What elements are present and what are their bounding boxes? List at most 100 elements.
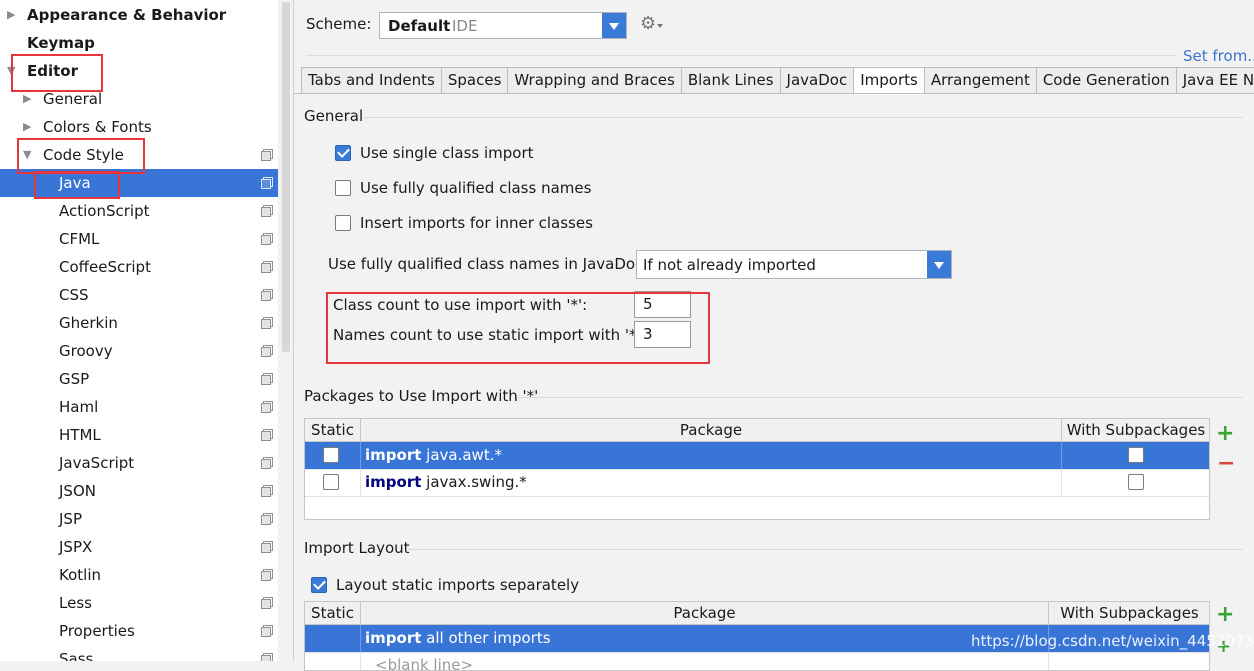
column-header-static[interactable]: Static — [305, 419, 361, 441]
column-header-package[interactable]: Package — [361, 419, 1062, 441]
section-title-general: General — [304, 107, 364, 125]
tab-code-generation[interactable]: Code Generation — [1035, 67, 1176, 94]
tree-item-label: Kotlin — [59, 566, 101, 584]
tree-item-jsp[interactable]: JSP — [0, 505, 278, 533]
copy-scheme-icon — [261, 345, 273, 357]
tree-item-kotlin[interactable]: Kotlin — [0, 561, 278, 589]
tree-item-colors-fonts[interactable]: ▶ Colors & Fonts — [0, 113, 278, 141]
tree-scroll-thumb[interactable] — [282, 2, 290, 352]
add-package-icon[interactable]: + — [1216, 604, 1234, 626]
set-from-link[interactable]: Set from... — [1183, 47, 1254, 65]
tree-item-groovy[interactable]: Groovy — [0, 337, 278, 365]
scheme-select[interactable]: Default IDE — [379, 12, 627, 39]
copy-scheme-icon — [261, 177, 273, 189]
packages-table: Static Package With Subpackages import java… — [304, 418, 1210, 520]
layout-static-checkbox-row[interactable]: Layout static imports separately — [311, 576, 579, 594]
scheme-label: Scheme: — [306, 15, 372, 33]
remove-icon[interactable]: − — [1217, 453, 1235, 475]
tree-item-actionscript[interactable]: ActionScript — [0, 197, 278, 225]
tab-imports[interactable]: Imports — [853, 67, 924, 95]
table-row[interactable]: import java.awt.* — [305, 442, 1209, 470]
scheme-sub: IDE — [452, 17, 478, 35]
checkbox-label: Insert imports for inner classes — [360, 214, 593, 232]
copy-scheme-icon — [261, 625, 273, 637]
tree-item-gherkin[interactable]: Gherkin — [0, 309, 278, 337]
general-checkbox-row[interactable]: Use fully qualified class names — [335, 179, 591, 197]
gear-caret-icon[interactable] — [657, 24, 663, 28]
package-name: java.awt.* — [426, 446, 502, 464]
import-keyword: import — [365, 446, 422, 464]
checkbox[interactable] — [335, 145, 351, 161]
tree-item-properties[interactable]: Properties — [0, 617, 278, 645]
tab-spaces[interactable]: Spaces — [440, 67, 508, 94]
tree-item-label: HTML — [59, 426, 101, 444]
chevron-down-icon[interactable] — [927, 251, 951, 278]
chevron-down-icon[interactable] — [602, 13, 626, 38]
column-header-with-subpackages[interactable]: With Subpackages — [1062, 419, 1209, 441]
table-row[interactable]: <blank line> — [305, 652, 1209, 671]
copy-scheme-icon — [261, 541, 273, 553]
checkbox[interactable] — [335, 215, 351, 231]
tree-item-javascript[interactable]: JavaScript — [0, 449, 278, 477]
tab-wrapping-and-braces[interactable]: Wrapping and Braces — [507, 67, 681, 94]
static-checkbox[interactable] — [323, 447, 339, 463]
section-title-packages: Packages to Use Import with '*' — [304, 387, 539, 405]
tree-item-label: ActionScript — [59, 202, 150, 220]
tab-blank-lines[interactable]: Blank Lines — [680, 67, 780, 94]
checkbox[interactable] — [335, 180, 351, 196]
tab-divider — [293, 93, 1254, 94]
static-cell — [305, 652, 361, 670]
javadoc-select[interactable]: If not already imported — [636, 250, 952, 279]
tab-java-ee-names[interactable]: Java EE Names — [1175, 67, 1254, 94]
table-header: Static Package With Subpackages — [305, 602, 1209, 625]
tab-javadoc[interactable]: JavaDoc — [779, 67, 854, 94]
subpackages-checkbox[interactable] — [1128, 474, 1144, 490]
table-row[interactable]: import javax.swing.* — [305, 469, 1209, 497]
annotation-box-java — [34, 171, 120, 199]
tree-item-label: JSON — [59, 482, 96, 500]
column-header-static[interactable]: Static — [305, 602, 361, 624]
tree-item-coffeescript[interactable]: CoffeeScript — [0, 253, 278, 281]
section-title-import-layout: Import Layout — [304, 539, 410, 557]
tree-item-html[interactable]: HTML — [0, 421, 278, 449]
tree-item-label: Colors & Fonts — [43, 118, 152, 136]
expand-arrow-icon[interactable]: ▶ — [7, 1, 15, 29]
column-header-with-subpackages[interactable]: With Subpackages — [1049, 602, 1209, 624]
divider — [363, 117, 1243, 118]
tree-item-label: Groovy — [59, 342, 113, 360]
settings-tree: ▶ Appearance & Behavior Keymap ▼ Editor ▶ Gene… — [0, 0, 278, 661]
tree-item-label: JSPX — [59, 538, 93, 556]
expand-arrow-icon[interactable]: ▶ — [23, 113, 31, 141]
general-checkbox-row[interactable]: Insert imports for inner classes — [335, 214, 593, 232]
checkbox-label: Use single class import — [360, 144, 534, 162]
tree-item-label: Properties — [59, 622, 135, 640]
annotation-box-editor — [11, 54, 103, 92]
subpackages-cell — [1062, 469, 1209, 496]
tree-item-appearance-behavior[interactable]: ▶ Appearance & Behavior — [0, 1, 278, 29]
tree-item-jspx[interactable]: JSPX — [0, 533, 278, 561]
tree-item-sass[interactable]: Sass — [0, 645, 278, 661]
tree-item-haml[interactable]: Haml — [0, 393, 278, 421]
column-header-package[interactable]: Package — [361, 602, 1049, 624]
copy-scheme-icon — [261, 401, 273, 413]
gear-icon[interactable]: ⚙ — [640, 13, 656, 34]
static-checkbox[interactable] — [323, 474, 339, 490]
tree-item-json[interactable]: JSON — [0, 477, 278, 505]
general-checkbox-row[interactable]: Use single class import — [335, 144, 534, 162]
tab-arrangement[interactable]: Arrangement — [923, 67, 1036, 94]
add-icon[interactable]: + — [1216, 423, 1234, 445]
subpackages-checkbox[interactable] — [1128, 447, 1144, 463]
tree-item-less[interactable]: Less — [0, 589, 278, 617]
divider — [406, 549, 1243, 550]
tree-scrollbar[interactable] — [279, 0, 294, 661]
package-name: <blank line> — [375, 656, 474, 671]
tab-tabs-and-indents[interactable]: Tabs and Indents — [301, 67, 441, 94]
layout-static-checkbox[interactable] — [311, 577, 327, 593]
layout-static-label: Layout static imports separately — [336, 576, 580, 594]
tree-item-cfml[interactable]: CFML — [0, 225, 278, 253]
tree-item-css[interactable]: CSS — [0, 281, 278, 309]
tree-item-gsp[interactable]: GSP — [0, 365, 278, 393]
tree-item-keymap[interactable]: Keymap — [0, 29, 278, 57]
tree-item-label: JSP — [59, 510, 82, 528]
copy-scheme-icon — [261, 597, 273, 609]
